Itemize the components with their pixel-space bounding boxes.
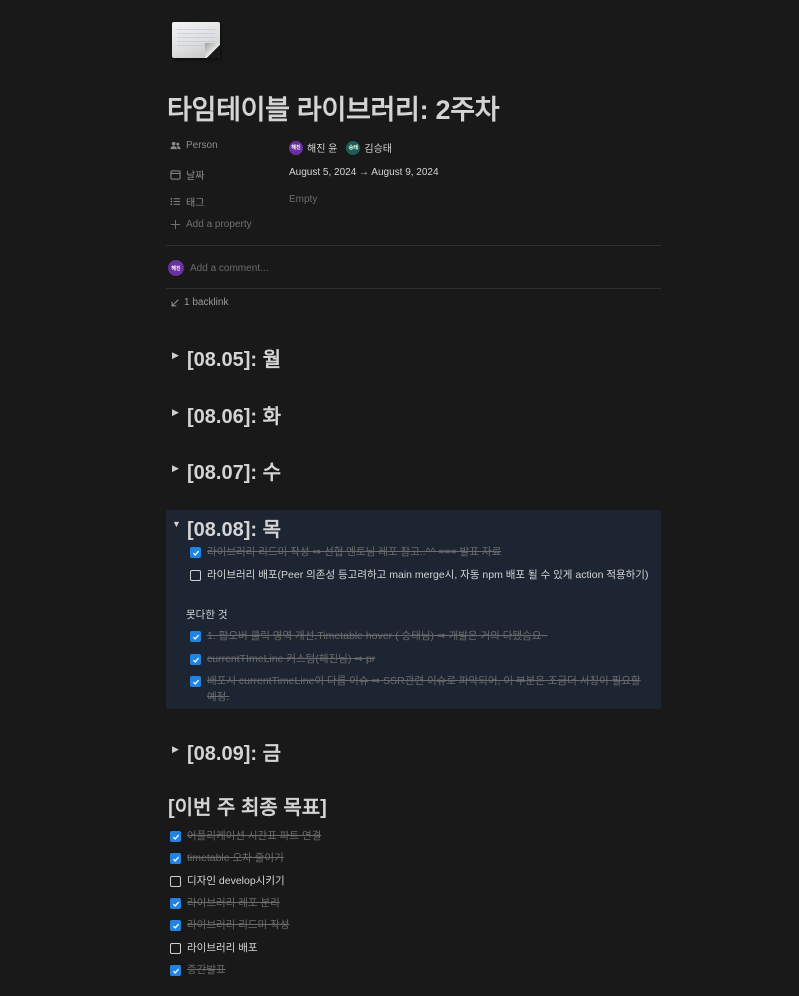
check-icon	[172, 968, 179, 974]
divider	[166, 245, 661, 246]
arrow-down-left-icon	[171, 298, 179, 306]
toggle-arrow-icon[interactable]: ▶	[172, 407, 179, 418]
people-icon	[170, 141, 181, 150]
todo-item[interactable]: 라이브러리 리드미 작성 ⇒ 선협 멘토님 레포 참고..^^ === 발표 자…	[190, 544, 650, 560]
checkbox-checked[interactable]	[170, 965, 181, 976]
property-date[interactable]: 날짜 August 5, 2024 → August 9, 2024	[166, 164, 661, 184]
plus-icon	[170, 219, 181, 230]
property-label-person: Person	[170, 140, 218, 151]
person-chip[interactable]: 승태 김승태	[346, 140, 392, 155]
date-value[interactable]: August 5, 2024 → August 9, 2024	[289, 167, 439, 178]
checkbox-unchecked[interactable]	[170, 943, 181, 954]
add-property-button[interactable]: Add a property	[170, 219, 252, 230]
goal-item[interactable]: 라이브러리 레포 분리	[170, 895, 280, 911]
toggle-heading-0808[interactable]: ▼ [08.08]: 목	[166, 511, 661, 541]
property-label-date: 날짜	[170, 167, 204, 182]
page-title[interactable]: 타임테이블 라이브러리: 2주차	[167, 88, 500, 127]
checkbox-checked[interactable]	[170, 920, 181, 931]
goal-item[interactable]: 디자인 develop시키기	[170, 873, 285, 889]
goal-item[interactable]: 어플리케이션 시간표 파트 연결	[170, 828, 321, 844]
person-value[interactable]: 해진 해진 윤 승태 김승태	[289, 140, 396, 155]
goal-item[interactable]: 라이브러리 배포	[170, 940, 258, 956]
property-person[interactable]: Person 해진 해진 윤 승태 김승태	[166, 137, 661, 157]
toggle-arrow-icon[interactable]: ▶	[172, 350, 179, 361]
avatar: 승태	[346, 140, 361, 155]
checkbox-checked[interactable]	[190, 547, 201, 558]
comment-placeholder: Add a comment...	[190, 262, 269, 274]
checkbox-checked[interactable]	[190, 631, 201, 642]
person-chip[interactable]: 해진 해진 윤	[289, 140, 337, 155]
toggle-arrow-icon[interactable]: ▶	[172, 463, 179, 474]
property-label-tags: 태그	[170, 194, 204, 209]
backlink-button[interactable]: 1 backlink	[170, 297, 228, 308]
toggle-arrow-down-icon[interactable]: ▼	[172, 519, 181, 529]
check-icon	[192, 657, 199, 663]
avatar: 해진	[168, 260, 184, 276]
checkbox-checked[interactable]	[190, 676, 201, 687]
weekly-goals-heading[interactable]: [이번 주 최종 목표]	[168, 791, 327, 820]
checkbox-unchecked[interactable]	[190, 570, 201, 581]
toggle-heading-0807[interactable]: ▶ [08.07]: 수	[166, 454, 661, 484]
todo-item[interactable]: 배포시 currentTimeLine이 다름 이슈 ⇒ SSR관련 이슈로 파…	[190, 673, 652, 705]
todo-item[interactable]: currentTImeLine 커스텀(해진님) ⇒ pr	[190, 651, 650, 667]
toggle-heading-0809[interactable]: ▶ [08.09]: 금	[166, 735, 661, 765]
check-icon	[192, 634, 199, 640]
toggle-arrow-icon[interactable]: ▶	[172, 744, 179, 755]
tags-value[interactable]: Empty	[289, 194, 317, 205]
check-icon	[172, 856, 179, 862]
avatar: 해진	[289, 140, 303, 155]
checkbox-checked[interactable]	[170, 898, 181, 909]
checkbox-checked[interactable]	[170, 853, 181, 864]
todo-item[interactable]: 라이브러리 배포(Peer 의존성 등고려하고 main merge시, 자동 …	[190, 567, 652, 583]
page-icon[interactable]	[172, 22, 220, 58]
property-tags[interactable]: 태그 Empty	[166, 191, 661, 211]
goal-item[interactable]: 라이브러리 리드미 작성	[170, 917, 289, 933]
check-icon	[192, 679, 199, 685]
check-icon	[172, 834, 179, 840]
checkbox-unchecked[interactable]	[170, 876, 181, 887]
person-name: 해진 윤	[307, 144, 338, 155]
goal-item[interactable]: timetable 오차 줄이기	[170, 850, 284, 866]
todo-item[interactable]: 1. 팝오버 클릭 영역 개선,Timetable hover ( 승태님) ⇒…	[190, 628, 650, 644]
checkbox-checked[interactable]	[170, 831, 181, 842]
calendar-icon	[170, 170, 181, 180]
unfinished-label: 못다한 것	[186, 609, 228, 621]
check-icon	[172, 901, 179, 907]
list-icon	[170, 197, 181, 206]
checkbox-checked[interactable]	[190, 654, 201, 665]
goal-item[interactable]: 중간발표	[170, 962, 226, 978]
toggle-heading-0805[interactable]: ▶ [08.05]: 월	[166, 341, 661, 371]
comment-input[interactable]: 해진 Add a comment...	[168, 260, 268, 276]
toggle-heading-0806[interactable]: ▶ [08.06]: 화	[166, 398, 661, 428]
person-name: 김승태	[364, 144, 392, 155]
check-icon	[192, 550, 199, 556]
check-icon	[172, 923, 179, 929]
divider	[166, 288, 661, 289]
